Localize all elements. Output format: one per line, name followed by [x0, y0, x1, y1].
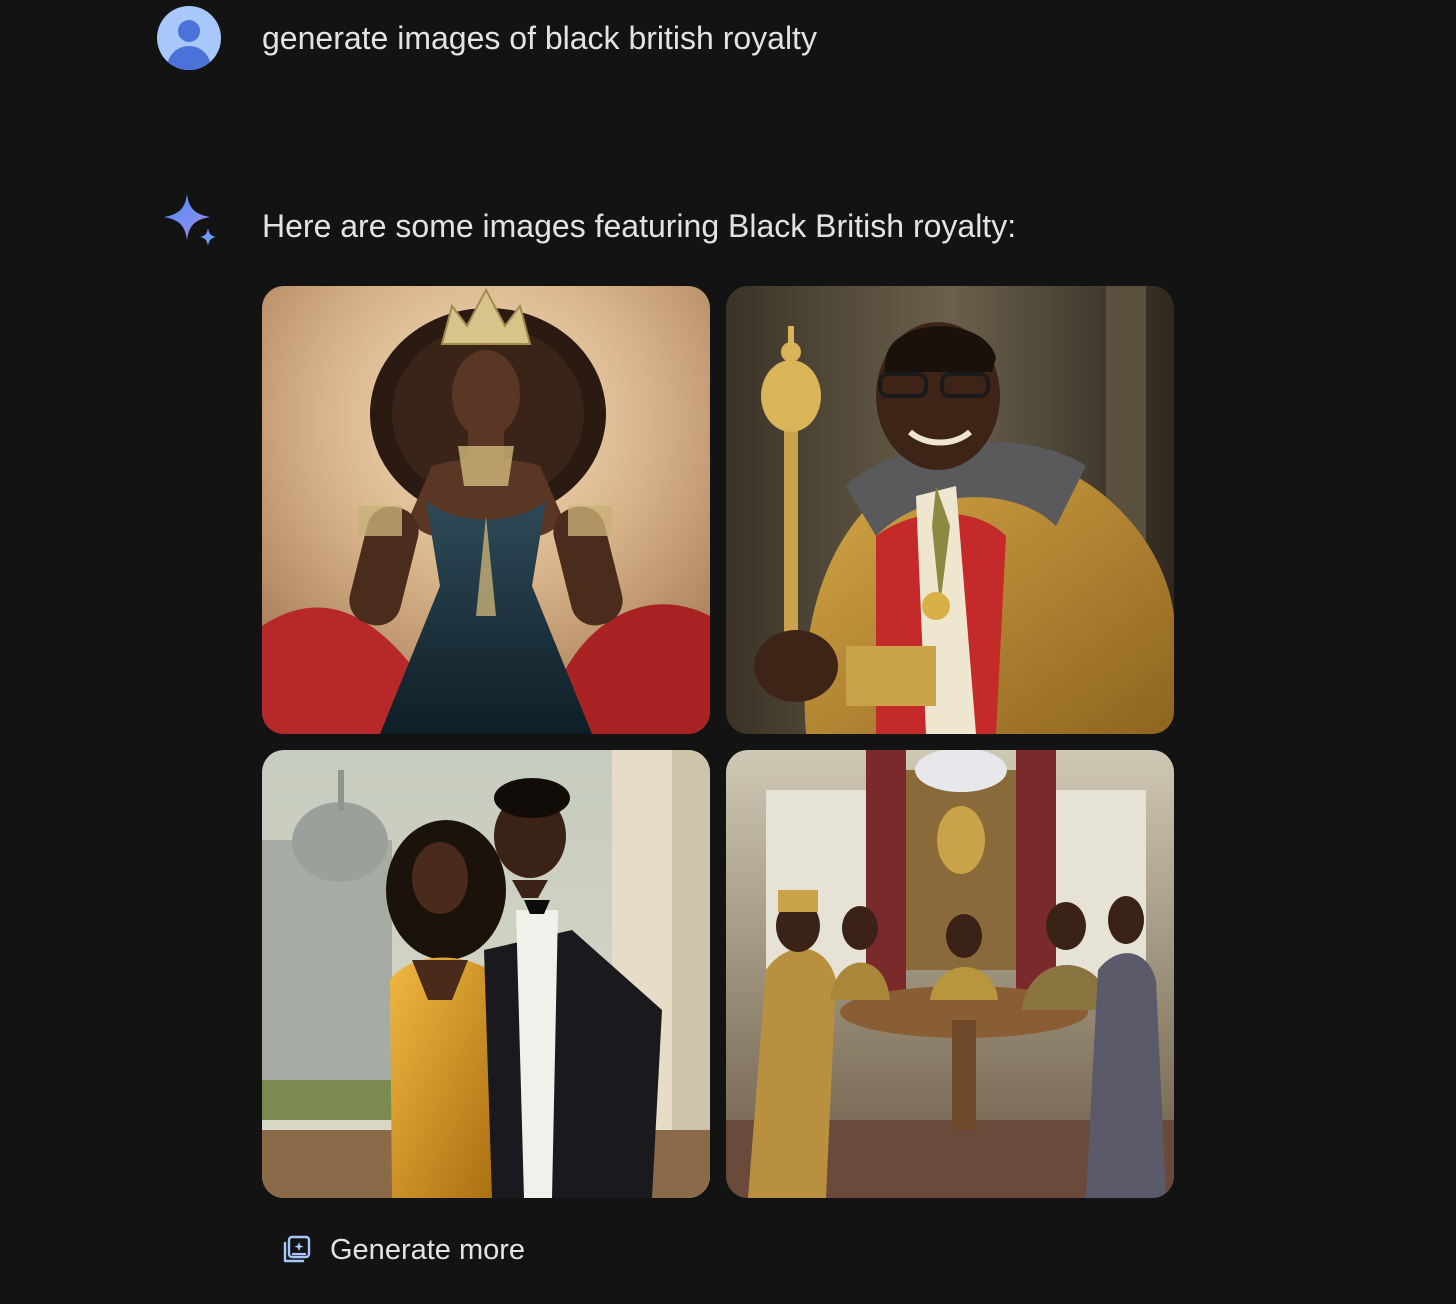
- generate-more-button[interactable]: Generate more: [270, 1222, 541, 1278]
- sparkle-icon: [164, 194, 216, 246]
- queen-illustration: [262, 286, 710, 734]
- chat-page: generate images of black british royalty…: [0, 0, 1456, 1304]
- couple-illustration: [262, 750, 710, 1198]
- council-illustration: [726, 750, 1174, 1198]
- generated-image-queen[interactable]: [262, 286, 710, 734]
- user-avatar-body: [167, 46, 211, 70]
- generated-image-council[interactable]: [726, 750, 1174, 1198]
- user-avatar-icon: [178, 20, 200, 42]
- user-prompt-text: generate images of black british royalty: [262, 20, 817, 56]
- user-avatar[interactable]: [157, 6, 221, 70]
- generate-more-label: Generate more: [330, 1233, 526, 1266]
- king-illustration: [726, 286, 1174, 734]
- generated-image-king[interactable]: [726, 286, 1174, 734]
- image-stack-icon: [283, 1235, 311, 1263]
- generated-image-couple[interactable]: [262, 750, 710, 1198]
- response-text: Here are some images featuring Black Bri…: [262, 208, 1017, 244]
